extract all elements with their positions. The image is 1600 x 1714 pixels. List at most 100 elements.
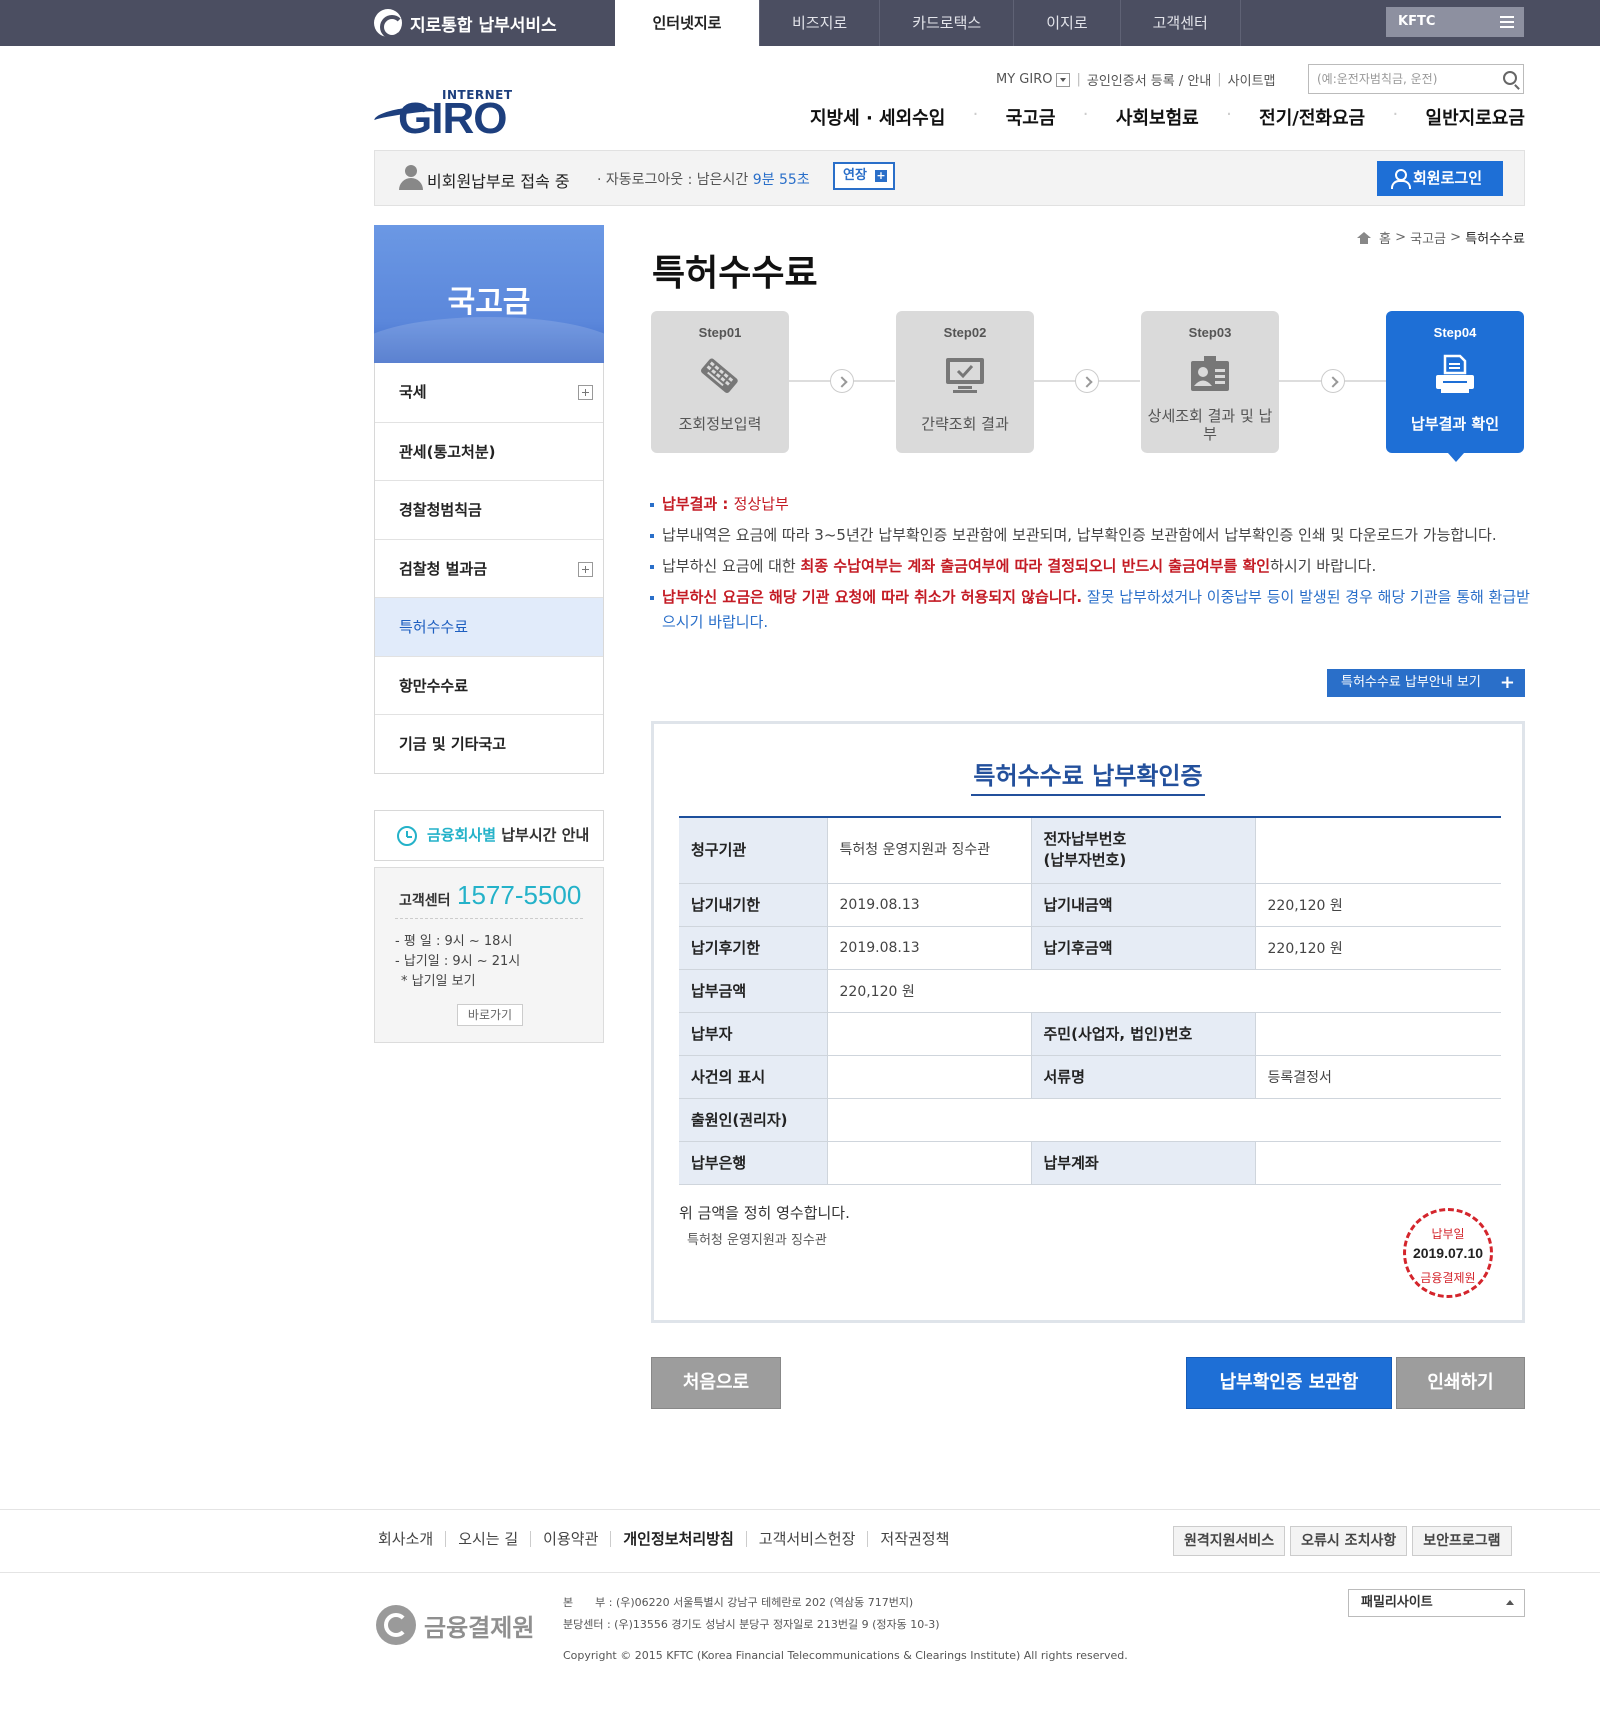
nav-divider: · [1392,104,1399,125]
payment-date-stamp: 납부일 2019.07.10 금융결제원 [1403,1208,1493,1298]
security-program-button[interactable]: 보안프로그램 [1412,1526,1512,1556]
brand-label: 지로통합 납부서비스 [410,15,557,36]
my-giro-link[interactable]: MY GIRO [990,72,1076,87]
search-input[interactable]: (예:운전자범칙금, 운전) [1308,64,1524,94]
footer-link-about[interactable]: 회사소개 [378,1531,445,1547]
tab-internet-giro[interactable]: 인터넷지로 [615,0,760,46]
brand-link[interactable]: 지로통합 납부서비스 [374,8,557,39]
cert-link[interactable]: 공인인증서 등록 / 안내 [1081,70,1217,89]
cell-label: 납기내기한 [679,883,827,927]
sidebar-item-port-fee[interactable]: 항만수수료 [375,655,603,715]
sidebar-item-patent-fee[interactable]: 특허수수료 [375,597,603,656]
step-label: Step02 [943,325,987,340]
remote-support-button[interactable]: 원격지원서비스 [1173,1526,1286,1556]
member-login-button[interactable]: 회원로그인 [1377,161,1503,196]
go-first-button[interactable]: 처음으로 [651,1357,781,1409]
cs-phone: 1577-5500 [457,880,582,910]
footer-link-copyright[interactable]: 저작권정책 [867,1531,961,1547]
breadcrumb-home[interactable]: 홈 [1379,228,1391,247]
error-guide-button[interactable]: 오류시 조치사항 [1290,1526,1408,1556]
footer-links: 회사소개 오시는 길 이용약관 개인정보처리방침 고객서비스헌장 저작권정책 [378,1531,961,1547]
breadcrumb-level1[interactable]: 국고금 [1410,228,1446,247]
logo-giro-text: GIRO [398,94,507,143]
nav-national-treasury[interactable]: 국고금 [1006,104,1056,130]
step-label: Step03 [1188,325,1232,340]
auto-logout-label: · 자동로그아웃 : 남은시간 [597,172,749,188]
tab-card-ro-tax[interactable]: 카드로택스 [880,0,1015,46]
nav-social-insurance[interactable]: 사회보험료 [1116,104,1199,130]
sidebar-item-label: 검찰청 벌과금 [399,559,488,578]
notice-item: 납부내역은 요금에 따라 3~5년간 납부확인증 보관함에 보관되며, 납부확인… [650,523,1530,548]
sidebar-item-label: 국세 [399,383,427,401]
nav-divider: · [1082,104,1089,125]
result-value: 정상납부 [733,495,789,513]
notice-text: 하시기 바랍니다. [1270,557,1377,575]
stamp-top: 납부일 [1431,1227,1465,1241]
divider [0,1509,1600,1510]
go-button[interactable]: 바로가기 [457,1004,523,1026]
monitor-check-icon [946,358,984,393]
expand-plus-icon[interactable] [578,561,593,577]
breadcrumb-current: 특허수수료 [1465,232,1525,247]
sidebar-item-police-fine[interactable]: 경찰청범칙금 [375,480,603,539]
nav-utility-bills[interactable]: 전기/전화요금 [1259,104,1365,130]
expand-plus-icon[interactable] [578,385,593,400]
hamburger-icon [1500,16,1514,28]
nav-general-giro[interactable]: 일반지로요금 [1426,104,1525,130]
service-tabs: 인터넷지로 비즈지로 카드로택스 이지로 고객센터 [615,0,1241,46]
cell-value: 특허청 운영지원과 징수관 [826,817,1031,884]
table-row: 출원인(권리자) [679,1098,1501,1142]
breadcrumb: 홈 > 국고금 > 특허수수료 [1356,228,1525,247]
remaining-time: 9분 55초 [752,172,810,188]
family-site-select[interactable]: 패밀리사이트 [1348,1589,1525,1617]
due-day-link[interactable]: * 납기일 보기 [395,972,520,992]
sidebar-item-customs[interactable]: 관세(통고처분) [375,421,603,481]
tab-customer-center[interactable]: 고객센터 [1121,0,1241,46]
receipt-table: 청구기관 특허청 운영지원과 징수관 전자납부번호 (납부자번호) 납기내기한 2… [679,816,1501,1185]
tab-biz-giro[interactable]: 비즈지로 [760,0,881,46]
dropdown-icon[interactable] [1056,72,1071,87]
notice-item: 납부하신 요금에 대한 최종 수납여부는 계좌 출금여부에 따라 결정되오니 반… [650,554,1530,579]
sitemap-link[interactable]: 사이트맵 [1222,70,1282,89]
sidebar-item-national-tax[interactable]: 국세 [375,363,603,422]
session-status: 비회원납부로 접속 중 [427,172,570,191]
footer-link-terms[interactable]: 이용약관 [530,1531,610,1547]
nav-local-tax[interactable]: 지방세 · 세외수입 [810,104,945,130]
cell-value: 등록결정서 [1254,1055,1501,1099]
footer-logo: 금융결제원 [376,1605,534,1645]
payment-guide-button[interactable]: 특허수수료 납부안내 보기 + [1327,669,1525,697]
stamp-date: 2019.07.10 [1412,1245,1484,1261]
search-icon[interactable] [1503,71,1517,85]
cell-label: 납기내금액 [1030,883,1255,927]
cell-label-line: (납부자번호) [1043,851,1127,870]
kftc-logo-icon [376,1605,416,1645]
cs-label: 고객센터 [399,893,451,909]
home-icon[interactable] [1356,231,1371,244]
sidebar-header: 국고금 [374,225,604,363]
receipt-box-button[interactable]: 납부확인증 보관함 [1186,1357,1392,1409]
nav-divider: · [1226,104,1232,125]
table-row: 납부자 주민(사업자, 법인)번호 [679,1012,1501,1056]
table-row: 납기후기한 2019.08.13 납기후금액 220,120 원 [679,926,1501,970]
cell-value: 2019.08.13 [826,883,1031,927]
extend-session-button[interactable]: 연장 [833,162,895,190]
sidebar-item-fund[interactable]: 기금 및 기타국고 [375,714,603,773]
cell-label: 주민(사업자, 법인)번호 [1030,1012,1255,1056]
cell-label: 청구기관 [679,817,827,884]
footer-link-privacy[interactable]: 개인정보처리방침 [610,1531,745,1547]
cell-label: 사건의 표시 [679,1055,827,1099]
notice-emphasis: 최종 수납여부는 계좌 출금여부에 따라 결정되오니 반드시 출금여부를 확인 [800,557,1271,575]
step-2: Step02 간략조회 결과 [896,311,1034,453]
person-icon [399,165,423,191]
nav-divider: · [972,104,979,125]
print-button[interactable]: 인쇄하기 [1396,1357,1525,1409]
kftc-menu-button[interactable]: KFTC [1386,7,1524,37]
payment-time-guide-link[interactable]: 금융회사별 납부시간 안내 [374,810,604,861]
customer-center-box: 고객센터 1577-5500 - 평 일 : 9시 ~ 18시 - 납기일 : … [374,867,604,1043]
tab-easy-giro[interactable]: 이지로 [1014,0,1121,46]
footer-link-charter[interactable]: 고객서비스헌장 [745,1531,868,1547]
footer-link-directions[interactable]: 오시는 길 [445,1531,530,1547]
sidebar-item-label: 경찰청범칙금 [399,501,482,519]
sidebar-item-prosecution-fine[interactable]: 검찰청 벌과금 [375,538,603,598]
cell-value [826,1055,1031,1099]
